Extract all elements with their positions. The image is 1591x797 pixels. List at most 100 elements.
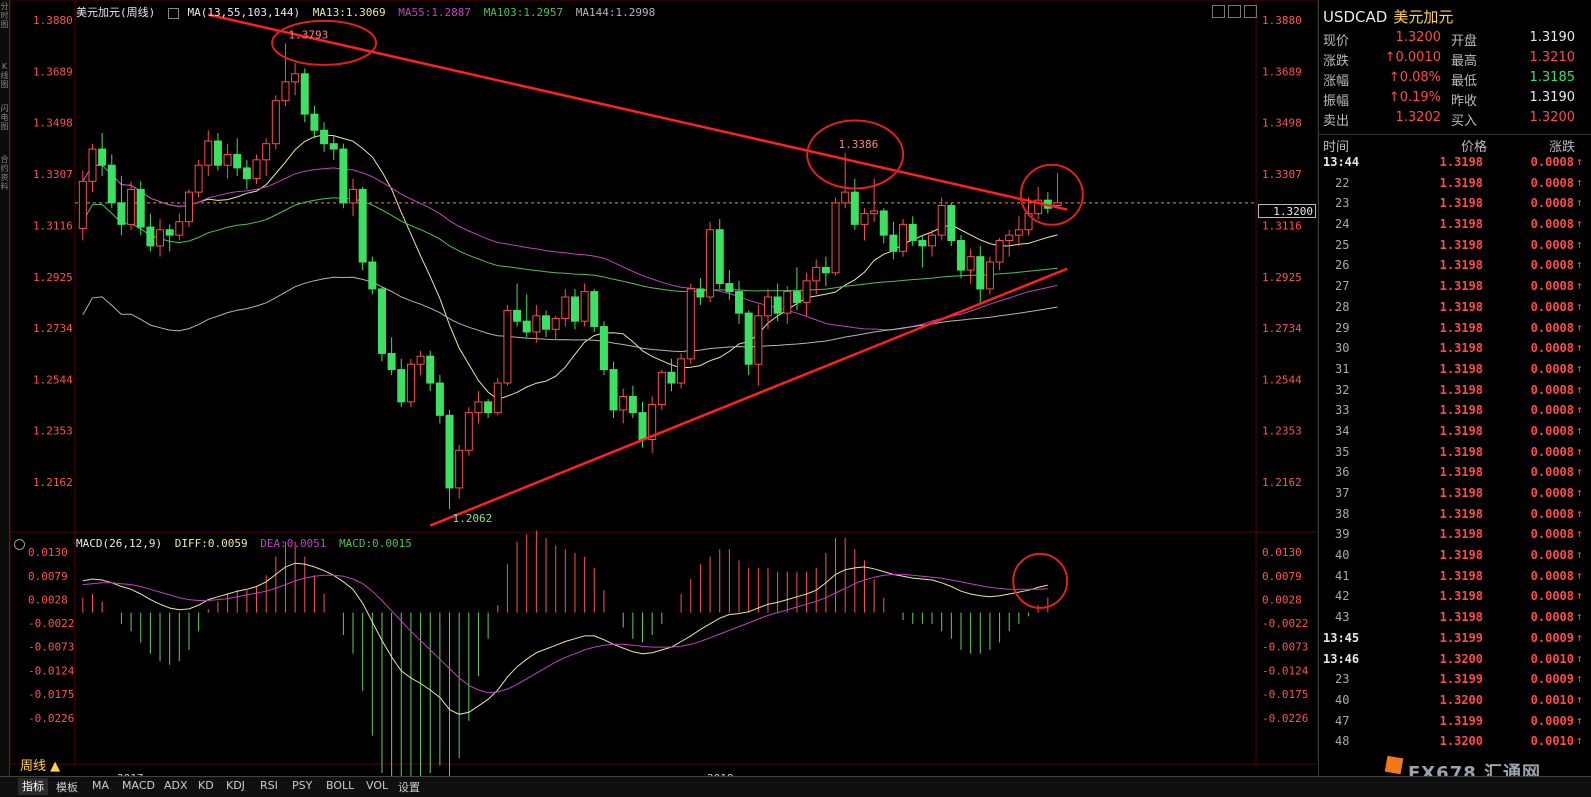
- symbol-code: USDCAD: [1323, 8, 1388, 26]
- toolbar-tab-9[interactable]: BOLL: [326, 779, 354, 792]
- candle-body: [899, 223, 908, 252]
- candle-body: [368, 261, 377, 290]
- ma103-line: [82, 197, 1058, 293]
- candle-body: [783, 291, 792, 314]
- macd-tick-right: -0.0175: [1262, 688, 1308, 701]
- toolbar-tab-2[interactable]: MA: [92, 779, 109, 792]
- candle-body: [136, 188, 145, 228]
- tick-row: 37 1.3198 0.0008 ↑: [1319, 486, 1591, 507]
- tick-price: 1.3198: [1439, 361, 1483, 376]
- tick-price: 1.3198: [1439, 423, 1483, 438]
- candle-body: [445, 414, 454, 489]
- macd-tick-left: 0.0028: [28, 594, 68, 607]
- candle-body: [300, 73, 309, 115]
- macd-legend: MACD(26,12,9) DIFF:0.0059 DEA:0.0051 MAC…: [76, 537, 418, 550]
- ma144-line: [82, 276, 1058, 353]
- ticks-list[interactable]: 13:44 1.3198 0.0008 ↑ 22 1.3198 0.0008 ↑ 23 1.319…: [1319, 155, 1591, 755]
- quote-value: ↑0.0010: [1384, 50, 1441, 65]
- tick-change: 0.0008: [1530, 299, 1574, 314]
- tick-price: 1.3198: [1439, 548, 1483, 563]
- candle-body: [542, 315, 551, 330]
- window-close-icon[interactable]: [1244, 5, 1257, 18]
- ticks-header-price: 价格: [1461, 140, 1488, 155]
- candle-body: [204, 140, 213, 166]
- quote-row: 涨幅 ↑0.08% 最低 1.3185: [1319, 70, 1591, 90]
- quote-value: ↑0.08%: [1388, 70, 1441, 85]
- up-arrow-icon: ↑: [1576, 237, 1583, 251]
- toolbar-tab-8[interactable]: PSY: [292, 779, 312, 792]
- tick-row: 48 1.3200 0.0010 ↑: [1319, 734, 1591, 755]
- tick-change: 0.0009: [1530, 672, 1574, 687]
- settings-icon[interactable]: [14, 539, 25, 550]
- tick-change: 0.0009: [1530, 713, 1574, 728]
- window-restore-icon[interactable]: [1212, 5, 1225, 18]
- tick-price: 1.3198: [1439, 568, 1483, 583]
- candle-body: [744, 312, 753, 365]
- quote-label: 卖出: [1323, 114, 1350, 129]
- tick-change: 0.0008: [1530, 237, 1574, 252]
- tick-price: 1.3199: [1439, 672, 1483, 687]
- period-selector[interactable]: 周线 ▲: [20, 755, 60, 774]
- quote-value: 1.3190: [1529, 30, 1576, 45]
- price-tick-left: 1.2162: [33, 476, 73, 489]
- tick-row: 33 1.3198 0.0008 ↑: [1319, 403, 1591, 424]
- tick-time: 23: [1335, 196, 1350, 211]
- view-tab-kline[interactable]: K线图: [0, 62, 9, 89]
- toolbar-tab-0[interactable]: 指标: [18, 778, 48, 795]
- chart-area[interactable]: 1.37931.33861.2062 1.3880 1.38801.3689 1.3…: [0, 0, 1318, 776]
- window-max-icon[interactable]: [1228, 5, 1241, 18]
- quote-value: ↑0.19%: [1388, 90, 1441, 105]
- tick-time: 13:44: [1323, 155, 1360, 169]
- ma55-line: [82, 164, 1058, 331]
- toolbar-tab-1[interactable]: 模板: [56, 779, 78, 795]
- tick-change: 0.0009: [1530, 630, 1574, 645]
- ma-toggle-icon[interactable]: [167, 7, 179, 19]
- tick-time: 43: [1335, 610, 1350, 625]
- quote-label: 涨幅: [1323, 74, 1350, 89]
- candle-body: [78, 180, 87, 229]
- current-price-tag: 1.3200: [1258, 204, 1316, 218]
- candle-body: [271, 100, 280, 145]
- price-tick-left: 1.3116: [33, 219, 73, 232]
- highlight-ellipse-current: [1019, 163, 1084, 226]
- ma144-value: MA144:1.2998: [575, 6, 656, 19]
- tick-row: 40 1.3200 0.0010 ↑: [1319, 693, 1591, 714]
- toolbar-tab-10[interactable]: VOL: [366, 779, 388, 792]
- view-tab-contract[interactable]: 合约资料: [0, 155, 9, 191]
- toolbar-tab-3[interactable]: MACD: [122, 779, 155, 792]
- ma55-value: MA55:1.2887: [398, 6, 472, 19]
- quote-value: 1.3185: [1529, 70, 1576, 85]
- price-tick-right: 1.2734: [1262, 322, 1302, 335]
- tick-change: 0.0008: [1530, 403, 1574, 418]
- tick-price: 1.3198: [1439, 465, 1483, 480]
- quote-label: 涨跌: [1323, 54, 1350, 69]
- candle-body: [233, 153, 242, 169]
- tick-time: 28: [1335, 299, 1350, 314]
- price-axis: 1.3880 1.3880 1.3689 1.3689 1.3498 1.3498 1.33…: [28, 14, 1309, 725]
- tick-row: 25 1.3198 0.0008 ↑: [1319, 238, 1591, 259]
- toolbar-tab-5[interactable]: KD: [198, 779, 214, 792]
- tick-price: 1.3198: [1439, 237, 1483, 252]
- view-tab-timeshare[interactable]: 分时图: [0, 2, 9, 29]
- tick-time: 42: [1335, 589, 1350, 604]
- toolbar-tab-6[interactable]: KDJ: [226, 779, 245, 792]
- tick-change: 0.0008: [1530, 196, 1574, 211]
- tick-time: 32: [1335, 382, 1350, 397]
- candle-body: [464, 412, 473, 451]
- view-tab-flash[interactable]: 闪电图: [0, 104, 9, 131]
- toolbar-tab-7[interactable]: RSI: [260, 779, 278, 792]
- toolbar-tab-4[interactable]: ADX: [164, 779, 188, 792]
- tick-time: 34: [1335, 423, 1350, 438]
- quote-value: 1.3210: [1529, 50, 1576, 65]
- up-arrow-icon: ↑: [1576, 196, 1583, 210]
- tick-price: 1.3198: [1439, 175, 1483, 190]
- macd-dea: DEA:0.0051: [260, 537, 327, 550]
- annotation-low-1: 1.2062: [453, 512, 493, 525]
- logo-mark-icon: [1384, 755, 1404, 775]
- toolbar-tab-11[interactable]: 设置: [398, 779, 420, 795]
- tick-change: 0.0008: [1530, 568, 1574, 583]
- tick-price: 1.3198: [1439, 610, 1483, 625]
- tick-change: 0.0008: [1530, 506, 1574, 521]
- tick-change: 0.0008: [1530, 320, 1574, 335]
- quote-label: 最低: [1451, 74, 1478, 89]
